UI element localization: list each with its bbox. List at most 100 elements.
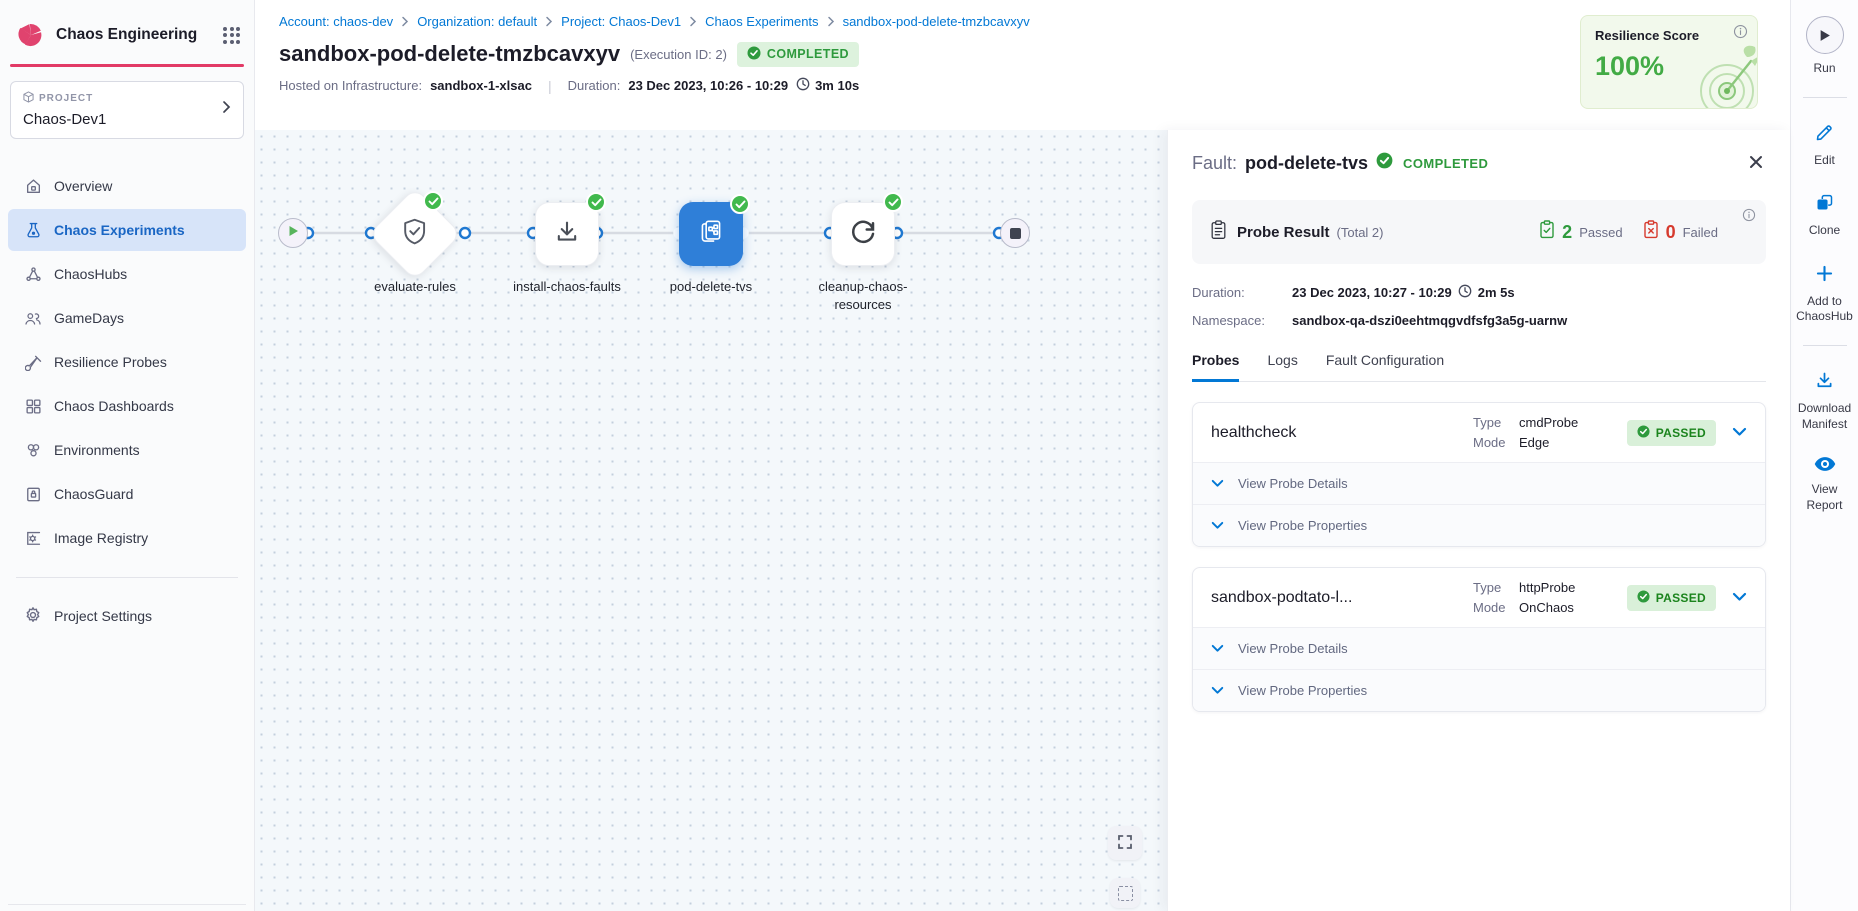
canvas-fullscreen-button[interactable] — [1108, 826, 1142, 860]
project-name: Chaos-Dev1 — [23, 111, 222, 128]
pipeline-canvas[interactable]: evaluate-rules install-chaos-faults — [255, 130, 1167, 911]
clone-label: Clone — [1793, 223, 1857, 239]
chevron-right-icon — [222, 100, 231, 119]
workspace: evaluate-rules install-chaos-faults — [255, 130, 1790, 911]
app-title: Chaos Engineering — [56, 26, 213, 44]
probe-status-label: PASSED — [1656, 591, 1706, 605]
view-report-button[interactable]: View Report — [1793, 456, 1857, 513]
add-to-chaoshub-button[interactable]: Add to ChaosHub — [1793, 263, 1857, 325]
passed-stat: 2 Passed — [1539, 220, 1622, 244]
sidebar-item-image-registry[interactable]: Image Registry — [8, 517, 246, 559]
clipboard-check-icon — [1539, 220, 1555, 244]
run-label: Run — [1793, 61, 1857, 77]
node-label: pod-delete-tvs — [655, 278, 767, 296]
probe-type-label: Type — [1473, 415, 1519, 430]
sidebar-item-chaos-experiments[interactable]: Chaos Experiments — [8, 209, 246, 251]
view-probe-details-label: View Probe Details — [1238, 476, 1348, 491]
download-icon — [553, 218, 581, 251]
fault-detail-panel: Fault: pod-delete-tvs COMPLETED Probe Re… — [1167, 130, 1790, 911]
sidebar-item-resilience-probes[interactable]: Resilience Probes — [8, 341, 246, 383]
sidebar-item-label: Image Registry — [54, 530, 148, 546]
view-probe-details-link[interactable]: View Probe Details — [1193, 628, 1765, 669]
sidebar-item-gamedays[interactable]: GameDays — [8, 297, 246, 339]
chevron-right-icon — [401, 16, 409, 27]
eye-icon — [1814, 456, 1836, 475]
infra-value: sandbox-1-xlsac — [430, 78, 532, 93]
pipeline-start-node[interactable] — [278, 218, 308, 248]
failed-label: Failed — [1683, 225, 1718, 240]
gear-icon — [24, 606, 42, 627]
sidebar-item-chaosguard[interactable]: ChaosGuard — [8, 473, 246, 515]
probe-expand-button[interactable] — [1732, 590, 1747, 605]
fault-duration-label: Duration: — [1192, 285, 1292, 300]
chevron-right-icon — [545, 16, 553, 27]
tab-probes[interactable]: Probes — [1192, 352, 1239, 382]
duration-elapsed: 3m 10s — [815, 78, 859, 93]
target-illustration — [1677, 39, 1758, 109]
chevron-down-icon — [1211, 476, 1224, 491]
edit-button[interactable]: Edit — [1793, 122, 1857, 169]
success-check-icon — [423, 191, 443, 211]
breadcrumb-project[interactable]: Project: Chaos-Dev1 — [561, 14, 681, 29]
sidebar-item-chaos-dashboards[interactable]: Chaos Dashboards — [8, 385, 246, 427]
fault-duration-row: Duration: 23 Dec 2023, 10:27 - 10:29 2m … — [1192, 284, 1766, 301]
sidebar-header: Chaos Engineering — [0, 20, 254, 50]
pipeline-node-cleanup-chaos-resources[interactable] — [831, 202, 895, 266]
breadcrumb-account[interactable]: Account: chaos-dev — [279, 14, 393, 29]
page-header: Account: chaos-dev Organization: default… — [255, 0, 1790, 130]
resilience-score-card: Resilience Score 100% — [1580, 15, 1758, 109]
sidebar-item-overview[interactable]: Overview — [8, 165, 246, 207]
fault-namespace-value: sandbox-qa-dszi0eehtmqgvdfsfg3a5g-uarnw — [1292, 313, 1567, 328]
check-circle-icon — [747, 46, 761, 63]
probe-result-summary: Probe Result (Total 2) 2 Passed 0 Failed — [1192, 200, 1766, 264]
expand-icon — [1117, 834, 1133, 853]
breadcrumb-chaos-experiments[interactable]: Chaos Experiments — [705, 14, 818, 29]
sidebar-nav: Overview Chaos Experiments ChaosHubs Gam… — [0, 165, 254, 559]
add-to-chaoshub-label: Add to ChaosHub — [1793, 294, 1857, 325]
sidebar-item-chaoshubs[interactable]: ChaosHubs — [8, 253, 246, 295]
breadcrumb: Account: chaos-dev Organization: default… — [279, 14, 1790, 29]
pipeline-end-node[interactable] — [1000, 218, 1030, 248]
canvas-select-tool-button[interactable] — [1110, 878, 1140, 908]
clone-button[interactable]: Clone — [1793, 192, 1857, 239]
header-meta: Hosted on Infrastructure: sandbox-1-xlsa… — [279, 77, 1790, 94]
project-settings-label: Project Settings — [54, 608, 152, 624]
download-manifest-button[interactable]: Download Manifest — [1793, 370, 1857, 432]
main-area: Account: chaos-dev Organization: default… — [255, 0, 1790, 911]
node-label: cleanup-chaos-resources — [807, 278, 919, 313]
sidebar-item-project-settings[interactable]: Project Settings — [0, 596, 254, 636]
divider: | — [548, 78, 552, 94]
close-panel-button[interactable] — [1744, 150, 1768, 177]
execution-id: (Execution ID: 2) — [630, 47, 727, 62]
project-selector[interactable]: PROJECT Chaos-Dev1 — [10, 81, 244, 139]
rail-divider — [1803, 97, 1847, 98]
probe-card-healthcheck: healthcheck Type cmdProbe Mode Edge PASS… — [1192, 402, 1766, 547]
probe-expand-button[interactable] — [1732, 425, 1747, 440]
cube-icon — [23, 91, 34, 106]
fault-namespace-row: Namespace: sandbox-qa-dszi0eehtmqgvdfsfg… — [1192, 313, 1766, 328]
probe-mode-label: Mode — [1473, 435, 1519, 450]
probe-status-badge: PASSED — [1627, 585, 1716, 611]
plus-icon — [1814, 263, 1835, 287]
tab-fault-configuration[interactable]: Fault Configuration — [1326, 352, 1444, 382]
app-switcher-icon[interactable] — [223, 27, 240, 44]
sidebar-item-environments[interactable]: Environments — [8, 429, 246, 471]
tab-logs[interactable]: Logs — [1267, 352, 1297, 382]
pipeline-node-install-chaos-faults[interactable] — [535, 202, 599, 266]
status-badge: COMPLETED — [737, 42, 859, 67]
breadcrumb-current[interactable]: sandbox-pod-delete-tmzbcavxyv — [843, 14, 1030, 29]
sidebar: Chaos Engineering PROJECT Chaos-Dev1 — [0, 0, 255, 911]
run-button[interactable]: Run — [1793, 16, 1857, 77]
view-probe-details-link[interactable]: View Probe Details — [1193, 463, 1765, 504]
chevron-down-icon — [1211, 518, 1224, 533]
view-probe-properties-link[interactable]: View Probe Properties — [1193, 504, 1765, 546]
fault-namespace-label: Namespace: — [1192, 313, 1292, 328]
selection-box-icon — [1118, 886, 1133, 901]
view-probe-properties-link[interactable]: View Probe Properties — [1193, 669, 1765, 711]
info-icon[interactable] — [1742, 208, 1756, 227]
node-label: evaluate-rules — [359, 278, 471, 296]
breadcrumb-organization[interactable]: Organization: default — [417, 14, 537, 29]
sidebar-item-label: Environments — [54, 442, 140, 458]
sidebar-item-label: GameDays — [54, 310, 124, 326]
edit-label: Edit — [1793, 153, 1857, 169]
